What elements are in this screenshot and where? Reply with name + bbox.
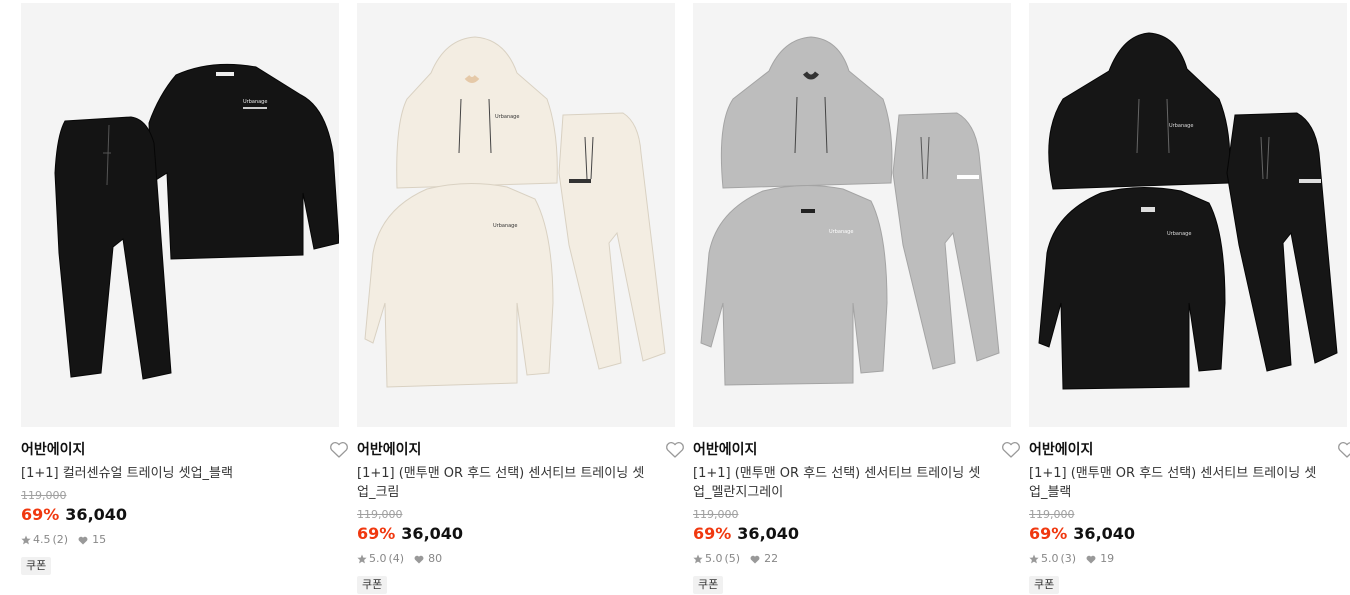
product-illustration: Urbanage Urbanage bbox=[1038, 32, 1338, 390]
sale-price: 36,040 bbox=[1073, 524, 1136, 543]
review-count: (4) bbox=[388, 552, 405, 565]
heart-outline-icon[interactable] bbox=[329, 441, 349, 459]
price-row: 69% 36,040 bbox=[21, 504, 339, 526]
heart-filled-icon bbox=[414, 555, 424, 563]
discount-rate: 69% bbox=[1029, 524, 1068, 543]
product-image[interactable]: Urbanage bbox=[21, 3, 339, 427]
original-price: 119,000 bbox=[693, 508, 739, 521]
product-name[interactable]: [1+1] 컬러센슈얼 트레이닝 셋업_블랙 bbox=[21, 464, 311, 483]
svg-text:Urbanage: Urbanage bbox=[829, 229, 853, 235]
star-icon bbox=[1029, 554, 1039, 564]
star-icon bbox=[693, 554, 703, 564]
rating-value: 5.0 bbox=[1041, 552, 1059, 565]
discount-rate: 69% bbox=[693, 524, 732, 543]
heart-filled-icon bbox=[750, 555, 760, 563]
svg-text:Urbanage: Urbanage bbox=[243, 99, 267, 105]
heart-filled-icon bbox=[78, 536, 88, 544]
svg-text:Urbanage: Urbanage bbox=[493, 223, 517, 229]
sale-price: 36,040 bbox=[65, 505, 128, 524]
sale-price: 36,040 bbox=[737, 524, 800, 543]
like-count: 80 bbox=[428, 552, 443, 565]
product-card: Urbanage Urbanage 어반에이지 [1+1] (맨투맨 OR 후드… bbox=[357, 3, 684, 594]
review-meta: 5.0 (3) 19 bbox=[1029, 551, 1347, 567]
rating-value: 4.5 bbox=[33, 533, 51, 546]
coupon-badge: 쿠폰 bbox=[1029, 576, 1060, 594]
review-count: (5) bbox=[724, 552, 741, 565]
review-meta: 5.0 (5) 22 bbox=[693, 551, 1011, 567]
price-row: 69% 36,040 bbox=[357, 523, 675, 545]
coupon-badge: 쿠폰 bbox=[357, 576, 388, 594]
svg-text:Urbanage: Urbanage bbox=[495, 114, 519, 120]
sale-price: 36,040 bbox=[401, 524, 464, 543]
like-count: 15 bbox=[92, 533, 107, 546]
review-count: (2) bbox=[52, 533, 69, 546]
brand-name[interactable]: 어반에이지 bbox=[693, 441, 1011, 459]
star-icon bbox=[21, 535, 31, 545]
product-illustration: Urbanage bbox=[700, 36, 1000, 386]
product-grid: Urbanage 어반에이지 [1+1] 컬러센슈얼 트레이닝 셋업_블랙 11… bbox=[0, 0, 1350, 595]
product-name[interactable]: [1+1] (맨투맨 OR 후드 선택) 센서티브 트레이닝 셋업_멜란지그레이 bbox=[693, 464, 983, 502]
price-row: 69% 36,040 bbox=[1029, 523, 1347, 545]
like-count: 19 bbox=[1100, 552, 1115, 565]
price-row: 69% 36,040 bbox=[693, 523, 1011, 545]
original-price: 119,000 bbox=[21, 489, 67, 502]
original-price: 119,000 bbox=[1029, 508, 1075, 521]
heart-outline-icon[interactable] bbox=[1337, 441, 1350, 459]
product-name[interactable]: [1+1] (맨투맨 OR 후드 선택) 센서티브 트레이닝 셋업_크림 bbox=[357, 464, 647, 502]
star-icon bbox=[357, 554, 367, 564]
product-illustration: Urbanage Urbanage bbox=[364, 36, 666, 388]
heart-filled-icon bbox=[1086, 555, 1096, 563]
rating-value: 5.0 bbox=[369, 552, 387, 565]
product-image[interactable]: Urbanage bbox=[693, 3, 1011, 427]
svg-text:Urbanage: Urbanage bbox=[1167, 231, 1191, 237]
review-meta: 5.0 (4) 80 bbox=[357, 551, 675, 567]
product-card: Urbanage Urbanage 어반에이지 [1+1] (맨투맨 OR 후드… bbox=[1029, 3, 1350, 594]
review-count: (3) bbox=[1060, 552, 1077, 565]
original-price: 119,000 bbox=[357, 508, 403, 521]
product-card: Urbanage 어반에이지 [1+1] (맨투맨 OR 후드 선택) 센서티브… bbox=[693, 3, 1020, 594]
discount-rate: 69% bbox=[21, 505, 60, 524]
heart-outline-icon[interactable] bbox=[665, 441, 685, 459]
product-image[interactable]: Urbanage Urbanage bbox=[357, 3, 675, 427]
product-image[interactable]: Urbanage Urbanage bbox=[1029, 3, 1347, 427]
like-count: 22 bbox=[764, 552, 779, 565]
product-card: Urbanage 어반에이지 [1+1] 컬러센슈얼 트레이닝 셋업_블랙 11… bbox=[21, 3, 348, 575]
brand-name[interactable]: 어반에이지 bbox=[357, 441, 675, 459]
product-name[interactable]: [1+1] (맨투맨 OR 후드 선택) 센서티브 트레이닝 셋업_블랙 bbox=[1029, 464, 1319, 502]
discount-rate: 69% bbox=[357, 524, 396, 543]
coupon-badge: 쿠폰 bbox=[693, 576, 724, 594]
svg-text:Urbanage: Urbanage bbox=[1169, 123, 1193, 129]
heart-outline-icon[interactable] bbox=[1001, 441, 1021, 459]
brand-name[interactable]: 어반에이지 bbox=[1029, 441, 1347, 459]
brand-name[interactable]: 어반에이지 bbox=[21, 441, 339, 459]
coupon-badge: 쿠폰 bbox=[21, 557, 52, 575]
review-meta: 4.5 (2) 15 bbox=[21, 532, 339, 548]
product-illustration: Urbanage bbox=[54, 63, 339, 380]
rating-value: 5.0 bbox=[705, 552, 723, 565]
